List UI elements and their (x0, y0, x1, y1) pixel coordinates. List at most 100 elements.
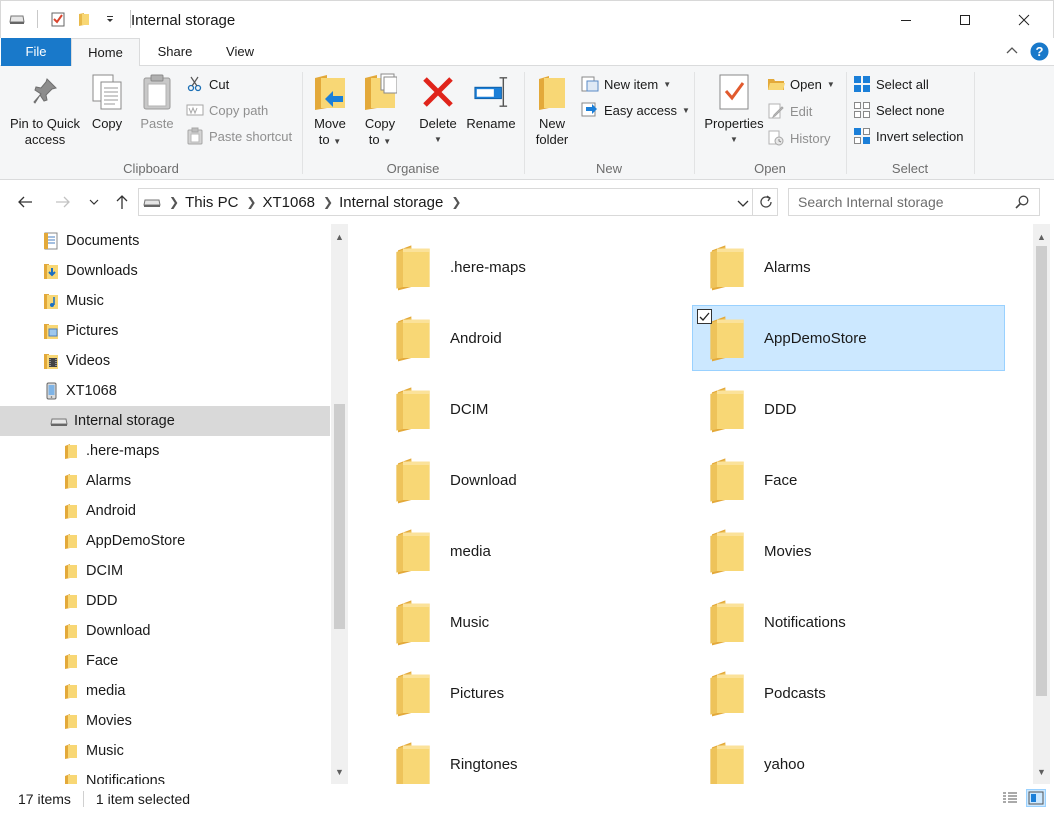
move-to-button[interactable]: Move to ▼ (311, 72, 349, 150)
scroll-up-arrow-icon[interactable]: ▲ (331, 228, 348, 245)
folder-item-alarms[interactable]: Alarms (692, 234, 1005, 300)
tab-share[interactable]: Share (140, 38, 210, 66)
folder-item-ringtones[interactable]: Ringtones (378, 731, 691, 784)
folder-item-media[interactable]: media (378, 518, 691, 584)
navigation-scrollbar-thumb[interactable] (334, 404, 345, 629)
details-view-button[interactable] (1000, 789, 1020, 807)
folder-item-pictures[interactable]: Pictures (378, 660, 691, 726)
nav-item-alarms[interactable]: Alarms (0, 466, 330, 496)
nav-item-music[interactable]: Music (0, 736, 330, 766)
open-button[interactable]: Open ▼ (767, 73, 835, 95)
easy-access-button[interactable]: Easy access ▼ (581, 99, 690, 121)
folder-item-music[interactable]: Music (378, 589, 691, 655)
breadcrumb-xt1068[interactable]: XT1068 (262, 194, 315, 211)
scroll-down-arrow-icon[interactable]: ▼ (1033, 763, 1050, 780)
pin-to-quick-access-button[interactable]: Pin to Quick access (8, 72, 82, 148)
address-bar[interactable]: ❯ This PC ❯ XT1068 ❯ Internal storage ❯ (138, 188, 778, 216)
breadcrumb-this-pc[interactable]: This PC (185, 194, 238, 211)
breadcrumb-separator-icon[interactable]: ❯ (246, 195, 256, 209)
nav-item-movies[interactable]: Movies (0, 706, 330, 736)
breadcrumb-internal-storage[interactable]: Internal storage (339, 194, 443, 211)
nav-item-face[interactable]: Face (0, 646, 330, 676)
invert-selection-button[interactable]: Invert selection (853, 125, 963, 147)
folder-item-face[interactable]: Face (692, 447, 1005, 513)
copy-path-button[interactable]: Copy path (186, 99, 268, 121)
nav-item-music[interactable]: Music (0, 286, 330, 316)
nav-item-download[interactable]: Download (0, 616, 330, 646)
folder-item-dcim[interactable]: DCIM (378, 376, 691, 442)
nav-item-here-maps[interactable]: .here-maps (0, 436, 330, 466)
minimize-button[interactable] (876, 1, 935, 39)
search-icon[interactable] (1015, 195, 1029, 212)
folder-item-download[interactable]: Download (378, 447, 691, 513)
back-button[interactable] (14, 191, 36, 213)
select-none-button[interactable]: Select none (853, 99, 945, 121)
nav-item-internal-storage[interactable]: Internal storage (0, 406, 330, 436)
properties-button[interactable]: Properties ▼ (699, 72, 769, 148)
folder-icon (703, 523, 751, 579)
new-folder-button[interactable]: New folder (533, 72, 571, 148)
breadcrumb-separator-icon[interactable]: ❯ (169, 195, 179, 209)
refresh-button[interactable] (752, 188, 778, 216)
breadcrumb-separator-icon[interactable]: ❯ (451, 195, 461, 209)
nav-item-android[interactable]: Android (0, 496, 330, 526)
folder-item-android[interactable]: Android (378, 305, 691, 371)
breadcrumb-separator-icon[interactable]: ❯ (323, 195, 333, 209)
nav-item-ddd[interactable]: DDD (0, 586, 330, 616)
folder-item-notifications[interactable]: Notifications (692, 589, 1005, 655)
history-button[interactable]: History (767, 127, 830, 149)
help-button[interactable]: ? (1030, 42, 1049, 64)
paste-shortcut-button[interactable]: Paste shortcut (186, 125, 292, 147)
new-item-button[interactable]: New item ▼ (581, 73, 671, 95)
paste-button[interactable]: Paste (136, 72, 178, 132)
nav-item-pictures[interactable]: Pictures (0, 316, 330, 346)
scroll-down-arrow-icon[interactable]: ▼ (331, 763, 348, 780)
tab-home[interactable]: Home (71, 38, 140, 67)
search-box[interactable] (788, 188, 1040, 216)
selection-checkbox[interactable] (697, 309, 712, 324)
tab-view[interactable]: View (210, 38, 270, 66)
scroll-up-arrow-icon[interactable]: ▲ (1033, 228, 1050, 245)
search-input[interactable] (798, 194, 1008, 210)
nav-item-videos[interactable]: Videos (0, 346, 330, 376)
new-folder-icon[interactable] (74, 9, 94, 29)
nav-item-media[interactable]: media (0, 676, 330, 706)
navigation-scrollbar[interactable]: ▲ ▼ (331, 224, 348, 784)
content-scrollbar-thumb[interactable] (1036, 246, 1047, 696)
maximize-button[interactable] (935, 1, 994, 39)
tab-file[interactable]: File (1, 38, 71, 66)
address-history-button[interactable] (737, 196, 749, 211)
drive-icon[interactable] (7, 9, 27, 29)
folder-item-podcasts[interactable]: Podcasts (692, 660, 1005, 726)
recent-locations-button[interactable] (83, 191, 105, 213)
nav-item-documents[interactable]: Documents (0, 226, 330, 256)
delete-button[interactable]: Delete ▼ (415, 72, 461, 148)
forward-button[interactable] (52, 191, 74, 213)
nav-item-downloads[interactable]: Downloads (0, 256, 330, 286)
dropdown-arrow-icon: ▼ (681, 105, 690, 115)
edit-button[interactable]: Edit (767, 100, 812, 122)
minimize-icon (900, 20, 911, 21)
customize-toolbar-dropdown-icon[interactable] (100, 9, 120, 29)
nav-item-appdemostore[interactable]: AppDemoStore (0, 526, 330, 556)
select-all-button[interactable]: Select all (853, 73, 929, 95)
folder-item-ddd[interactable]: DDD (692, 376, 1005, 442)
folder-item-yahoo[interactable]: yahoo (692, 731, 1005, 784)
copy-button[interactable]: Copy (86, 72, 128, 132)
rename-button[interactable]: Rename (465, 72, 517, 132)
folder-item-movies[interactable]: Movies (692, 518, 1005, 584)
collapse-ribbon-button[interactable] (1004, 43, 1020, 62)
nav-item-xt1068[interactable]: XT1068 (0, 376, 330, 406)
large-icons-view-button[interactable] (1026, 789, 1046, 807)
up-button[interactable] (111, 191, 133, 213)
close-button[interactable] (994, 1, 1053, 39)
folder-item-here-maps[interactable]: .here-maps (378, 234, 691, 300)
folder-item-appdemostore[interactable]: AppDemoStore (692, 305, 1005, 371)
content-scrollbar[interactable]: ▲ ▼ (1033, 224, 1050, 784)
organise-group-label: Organise (386, 161, 440, 176)
copy-to-button[interactable]: Copy to ▼ (361, 72, 399, 150)
nav-item-dcim[interactable]: DCIM (0, 556, 330, 586)
cut-button[interactable]: Cut (186, 73, 229, 95)
nav-item-notifications[interactable]: Notifications (0, 766, 330, 784)
properties-icon[interactable] (48, 9, 68, 29)
